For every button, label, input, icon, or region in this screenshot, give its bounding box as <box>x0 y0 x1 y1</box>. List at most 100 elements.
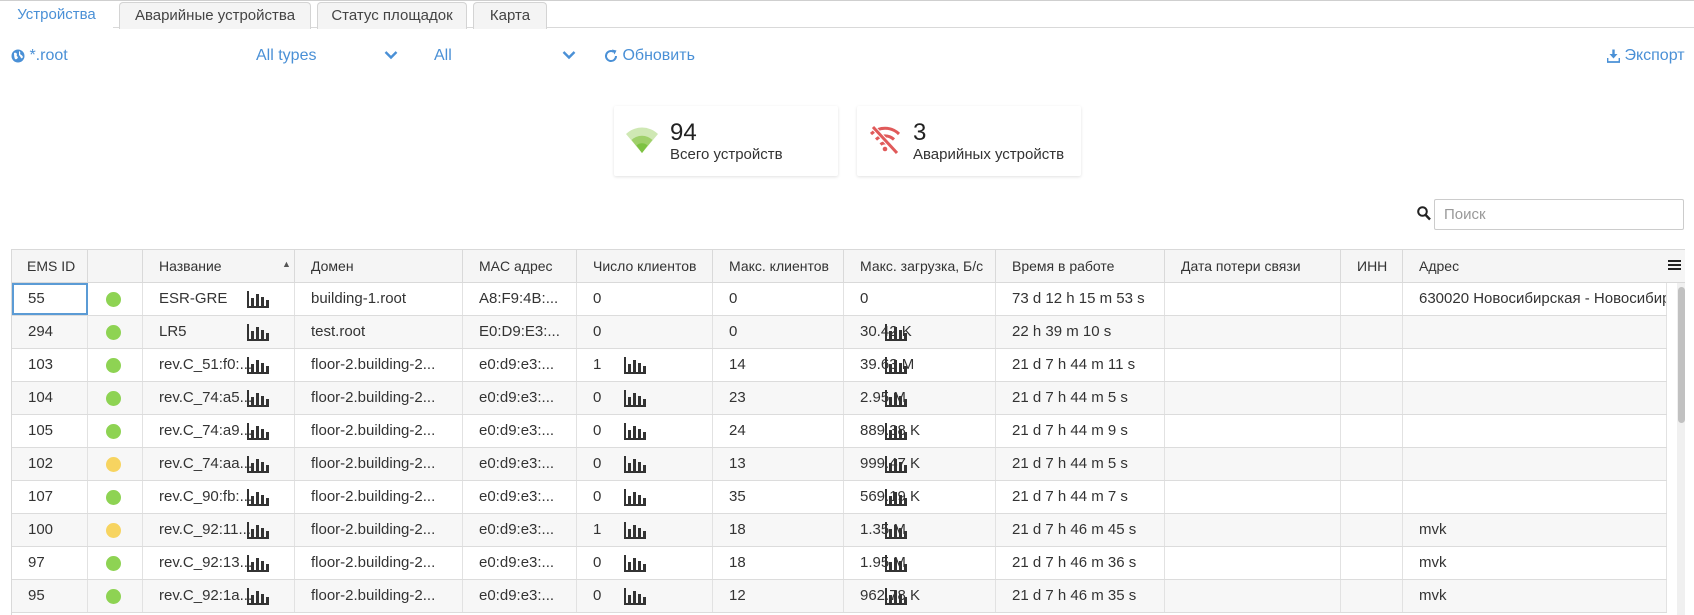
cell-domain[interactable]: test.root <box>295 316 463 348</box>
cell-inn[interactable] <box>1341 514 1403 546</box>
cell-uptime[interactable]: 22 h 39 m 10 s <box>996 316 1165 348</box>
cell-ems-id[interactable]: 100 <box>12 514 88 546</box>
cell-domain[interactable]: floor-2.building-2... <box>295 382 463 414</box>
cell-max-load[interactable]: 0 <box>844 283 996 315</box>
bar-chart-icon[interactable] <box>624 390 646 411</box>
table-row[interactable]: 294 LR5 test.root E0:D9:E3:... 0 0 30.42 K 22 h… <box>12 316 1667 349</box>
bar-chart-icon[interactable] <box>247 357 269 378</box>
table-row[interactable]: 104 rev.C_74:a5... floor-2.building-2... e0… <box>12 382 1667 415</box>
cell-inn[interactable] <box>1341 382 1403 414</box>
cell-uptime[interactable]: 21 d 7 h 44 m 5 s <box>996 382 1165 414</box>
cell-max-clients[interactable]: 18 <box>713 547 844 579</box>
cell-uptime[interactable]: 21 d 7 h 44 m 9 s <box>996 415 1165 447</box>
bar-chart-icon[interactable] <box>885 324 907 345</box>
cell-address[interactable]: mvk <box>1403 514 1667 546</box>
cell-address[interactable] <box>1403 316 1667 348</box>
cell-max-load[interactable]: 889.38 K <box>844 415 996 447</box>
domain-selector[interactable]: *.root <box>11 44 68 68</box>
tab-alarm-devices[interactable]: Аварийные устройства <box>119 2 311 29</box>
column-header-address[interactable]: Адрес <box>1403 250 1685 283</box>
cell-address[interactable] <box>1403 415 1667 447</box>
cell-max-load[interactable]: 39.63 M <box>844 349 996 381</box>
cell-ems-id[interactable]: 294 <box>12 316 88 348</box>
table-row[interactable]: 95 rev.C_92:1a... floor-2.building-2... e0:… <box>12 580 1667 613</box>
cell-uptime[interactable]: 21 d 7 h 46 m 36 s <box>996 547 1165 579</box>
cell-ems-id[interactable]: 97 <box>12 547 88 579</box>
bar-chart-icon[interactable] <box>885 489 907 510</box>
cell-lost-date[interactable] <box>1165 481 1341 513</box>
cell-clients[interactable]: 0 <box>577 316 713 348</box>
cell-domain[interactable]: floor-2.building-2... <box>295 481 463 513</box>
bar-chart-icon[interactable] <box>624 522 646 543</box>
cell-mac[interactable]: e0:d9:e3:... <box>463 415 577 447</box>
table-row[interactable]: 103 rev.C_51:f0:... floor-2.building-2... e… <box>12 349 1667 382</box>
column-menu-icon[interactable] <box>1668 259 1681 271</box>
tab-site-status[interactable]: Статус площадок <box>317 2 467 29</box>
search-input[interactable] <box>1434 199 1684 230</box>
bar-chart-icon[interactable] <box>624 555 646 576</box>
chevron-down-icon[interactable] <box>562 50 576 60</box>
cell-address[interactable]: mvk <box>1403 580 1667 612</box>
cell-address[interactable]: 630020 Новосибирская - Новосибирск <box>1403 283 1667 315</box>
cell-max-load[interactable]: 30.42 K <box>844 316 996 348</box>
export-button[interactable]: Экспорт <box>1606 44 1685 68</box>
column-header-lost-date[interactable]: Дата потери связи <box>1165 250 1341 283</box>
cell-ems-id[interactable]: 102 <box>12 448 88 480</box>
cell-domain[interactable]: floor-2.building-2... <box>295 547 463 579</box>
cell-name[interactable]: rev.C_92:1a... <box>143 580 295 612</box>
bar-chart-icon[interactable] <box>885 423 907 444</box>
table-row[interactable]: 100 rev.C_92:11... floor-2.building-2... e0… <box>12 514 1667 547</box>
cell-mac[interactable]: e0:d9:e3:... <box>463 547 577 579</box>
cell-ems-id[interactable]: 95 <box>12 580 88 612</box>
cell-lost-date[interactable] <box>1165 283 1341 315</box>
cell-inn[interactable] <box>1341 283 1403 315</box>
bar-chart-icon[interactable] <box>624 489 646 510</box>
cell-mac[interactable]: E0:D9:E3:... <box>463 316 577 348</box>
cell-mac[interactable]: e0:d9:e3:... <box>463 514 577 546</box>
cell-max-clients[interactable]: 35 <box>713 481 844 513</box>
bar-chart-icon[interactable] <box>624 456 646 477</box>
cell-ems-id[interactable]: 105 <box>12 415 88 447</box>
column-header-inn[interactable]: ИНН <box>1341 250 1403 283</box>
bar-chart-icon[interactable] <box>247 423 269 444</box>
cell-lost-date[interactable] <box>1165 514 1341 546</box>
cell-domain[interactable]: floor-2.building-2... <box>295 514 463 546</box>
cell-name[interactable]: rev.C_74:aa... <box>143 448 295 480</box>
cell-mac[interactable]: e0:d9:e3:... <box>463 580 577 612</box>
cell-uptime[interactable]: 21 d 7 h 44 m 7 s <box>996 481 1165 513</box>
bar-chart-icon[interactable] <box>247 291 269 312</box>
bar-chart-icon[interactable] <box>247 390 269 411</box>
bar-chart-icon[interactable] <box>885 390 907 411</box>
cell-ems-id[interactable]: 55 <box>12 283 88 315</box>
cell-max-clients[interactable]: 0 <box>713 283 844 315</box>
bar-chart-icon[interactable] <box>624 357 646 378</box>
cell-mac[interactable]: e0:d9:e3:... <box>463 481 577 513</box>
bar-chart-icon[interactable] <box>624 423 646 444</box>
cell-name[interactable]: rev.C_51:f0:... <box>143 349 295 381</box>
cell-max-load[interactable]: 2.95 M <box>844 382 996 414</box>
cell-lost-date[interactable] <box>1165 382 1341 414</box>
cell-name[interactable]: LR5 <box>143 316 295 348</box>
column-header-name[interactable]: Название <box>143 250 295 283</box>
cell-name[interactable]: rev.C_92:11... <box>143 514 295 546</box>
cell-domain[interactable]: floor-2.building-2... <box>295 349 463 381</box>
cell-uptime[interactable]: 21 d 7 h 46 m 35 s <box>996 580 1165 612</box>
cell-lost-date[interactable] <box>1165 316 1341 348</box>
chevron-down-icon[interactable] <box>384 50 398 60</box>
cell-inn[interactable] <box>1341 316 1403 348</box>
cell-max-load[interactable]: 569.19 K <box>844 481 996 513</box>
cell-max-clients[interactable]: 13 <box>713 448 844 480</box>
bar-chart-icon[interactable] <box>247 456 269 477</box>
cell-max-load[interactable]: 999.47 K <box>844 448 996 480</box>
table-row[interactable]: 107 rev.C_90:fb:... floor-2.building-2... e… <box>12 481 1667 514</box>
cell-inn[interactable] <box>1341 448 1403 480</box>
bar-chart-icon[interactable] <box>247 555 269 576</box>
cell-lost-date[interactable] <box>1165 580 1341 612</box>
cell-domain[interactable]: floor-2.building-2... <box>295 415 463 447</box>
cell-inn[interactable] <box>1341 547 1403 579</box>
cell-lost-date[interactable] <box>1165 349 1341 381</box>
scrollbar-thumb[interactable] <box>1678 287 1685 423</box>
column-header-domain[interactable]: Домен <box>295 250 463 283</box>
bar-chart-icon[interactable] <box>624 588 646 609</box>
bar-chart-icon[interactable] <box>247 588 269 609</box>
